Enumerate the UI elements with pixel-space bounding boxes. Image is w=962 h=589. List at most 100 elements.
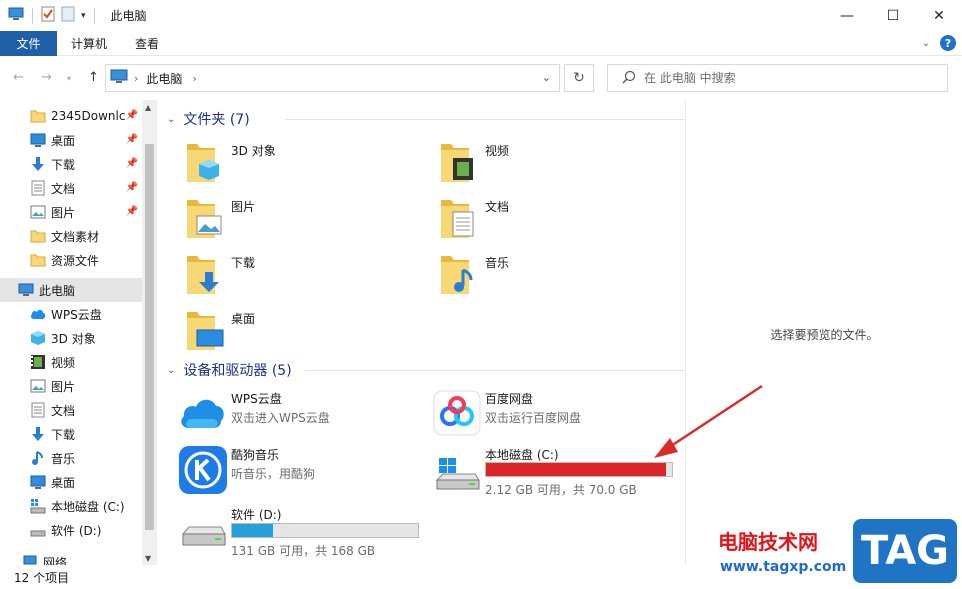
picture-icon (30, 204, 46, 220)
ribbon-tabs: 文件 计算机 查看 ⌄ ? (0, 30, 962, 56)
nav-item[interactable]: WPS云盘 (0, 302, 142, 326)
nav-item[interactable]: 网络 (0, 550, 142, 565)
minimize-button[interactable]: — (824, 0, 870, 31)
search-input[interactable] (644, 71, 924, 85)
recent-locations-chevron-icon[interactable]: ▾ (67, 74, 71, 83)
group-divider (285, 119, 685, 120)
back-arrow-icon[interactable]: ← (13, 70, 24, 85)
drive-d-name: 软件 (D:) (231, 508, 282, 522)
folders-group-header[interactable]: ⌄ 文件夹 (7) (167, 109, 685, 129)
close-button[interactable]: ✕ (916, 0, 962, 31)
folder-tile[interactable]: 音乐 (439, 250, 509, 298)
cloud-icon (30, 306, 46, 322)
wps-cloud-item[interactable]: WPS云盘 双击进入WPS云盘 (179, 390, 419, 440)
drive-d-item[interactable]: 软件 (D:) 131 GB 可用，共 168 GB (179, 506, 429, 558)
help-button[interactable]: ? (940, 35, 956, 51)
desktop-folder-icon (185, 306, 225, 354)
download-icon (30, 156, 46, 172)
video-icon (30, 354, 46, 370)
folder-tile[interactable]: 3D 对象 (185, 138, 276, 186)
desktop-icon (30, 132, 46, 148)
nav-item-label: 3D 对象 (51, 331, 96, 346)
folder-tile-label: 视频 (485, 144, 510, 158)
customize-toolbar-chevron-icon[interactable]: ▾ (81, 11, 86, 21)
new-folder-icon[interactable] (61, 6, 75, 25)
nav-item[interactable]: 桌面 📌 (0, 128, 142, 152)
nav-item[interactable]: 桌面 (0, 470, 142, 494)
drive-c-usage-bar (485, 462, 673, 477)
tab-file[interactable]: 文件 (0, 30, 57, 56)
search-box[interactable] (607, 64, 948, 92)
folder-tile[interactable]: 文档 (439, 194, 509, 242)
baidu-netdisk-item[interactable]: 百度网盘 双击运行百度网盘 (433, 390, 673, 440)
nav-item[interactable]: 资源文件 (0, 248, 142, 272)
toolbar-separator (93, 7, 95, 24)
folder-tile[interactable]: 桌面 (185, 306, 255, 354)
tab-view[interactable]: 查看 (121, 31, 173, 56)
address-history-chevron-icon[interactable]: ⌄ (542, 71, 551, 84)
kugou-music-item[interactable]: 酷狗音乐 听音乐，用酷狗 (179, 446, 419, 496)
folder-tile-label: 桌面 (231, 312, 256, 326)
nav-item[interactable]: 图片 (0, 374, 142, 398)
folders-group-title: 文件夹 (7) (183, 112, 250, 128)
collapse-chevron-icon[interactable]: ⌄ (167, 365, 175, 376)
nav-item[interactable]: 软件 (D:) (0, 518, 142, 542)
up-arrow-icon[interactable]: ↑ (88, 70, 99, 85)
folder-tile[interactable]: 下载 (185, 250, 255, 298)
properties-icon[interactable] (41, 6, 55, 25)
nav-item[interactable]: 下载 (0, 422, 142, 446)
drive-c-item[interactable]: 本地磁盘 (C:) 2.12 GB 可用，共 70.0 GB (433, 446, 683, 497)
navigation-row: ← → ▾ ↑ › 此电脑 › ⌄ ↻ (0, 62, 962, 94)
breadcrumb-chevron-icon[interactable]: › (192, 72, 196, 85)
folder-tile-label: 3D 对象 (231, 144, 276, 158)
kugou-music-name: 酷狗音乐 (231, 448, 280, 462)
folder-tile[interactable]: 图片 (185, 194, 255, 242)
breadcrumb-chevron-icon[interactable]: › (134, 72, 138, 85)
nav-item[interactable]: 文档 📌 (0, 176, 142, 200)
drive-c-icon (30, 498, 46, 514)
nav-item[interactable]: 视频 (0, 350, 142, 374)
scrollbar-thumb[interactable] (145, 144, 154, 530)
document-folder-icon (439, 194, 479, 242)
nav-item[interactable]: 文档 (0, 398, 142, 422)
nav-item[interactable]: 3D 对象 (0, 326, 142, 350)
collapse-chevron-icon[interactable]: ⌄ (167, 114, 175, 125)
nav-item-label: WPS云盘 (51, 307, 102, 322)
music-icon (30, 450, 46, 466)
wps-cloud-icon (179, 392, 225, 435)
baidu-netdisk-description: 双击运行百度网盘 (485, 411, 582, 425)
nav-item[interactable]: 图片 📌 (0, 200, 142, 224)
download-folder-icon (185, 250, 225, 298)
breadcrumb-this-pc[interactable]: 此电脑 (146, 70, 182, 87)
nav-item-label: 资源文件 (51, 253, 100, 268)
expand-ribbon-chevron-icon[interactable]: ⌄ (922, 38, 930, 49)
pc-icon[interactable] (8, 7, 24, 24)
wps-cloud-name: WPS云盘 (231, 392, 282, 406)
pin-icon: 📌 (125, 182, 138, 193)
nav-item[interactable]: 下载 📌 (0, 152, 142, 176)
folder-tile[interactable]: 视频 (439, 138, 509, 186)
scroll-down-icon[interactable]: ▼ (145, 554, 151, 563)
pin-icon: 📌 (125, 206, 138, 217)
nav-item[interactable]: 2345Downlc 📌 (0, 104, 142, 128)
video-folder-icon (439, 138, 479, 186)
content-area: ⌄ 文件夹 (7) 3D 对象 视频图片 文档下载 音乐桌面 ⌄ 设备和驱动器 (5)… (157, 100, 685, 565)
maximize-button[interactable]: ☐ (870, 0, 916, 31)
devices-group-header[interactable]: ⌄ 设备和驱动器 (5) (167, 360, 685, 380)
nav-item[interactable]: 此电脑 (0, 278, 142, 302)
tab-computer[interactable]: 计算机 (57, 31, 121, 56)
drive-d-free-space: 131 GB 可用，共 168 GB (231, 544, 376, 558)
nav-item[interactable]: 音乐 (0, 446, 142, 470)
forward-arrow-icon[interactable]: → (41, 70, 52, 85)
nav-pane-scrollbar[interactable]: ▲ ▼ (142, 100, 157, 565)
nav-item[interactable]: 文档素材 (0, 224, 142, 248)
refresh-button[interactable]: ↻ (564, 64, 594, 92)
drive-c-icon (435, 458, 481, 495)
title-bar: ▾ 此电脑 — ☐ ✕ (0, 0, 962, 31)
nav-item-label: 桌面 (51, 475, 76, 490)
nav-item[interactable]: 本地磁盘 (C:) (0, 494, 142, 518)
baidu-netdisk-name: 百度网盘 (485, 392, 534, 406)
scroll-up-icon[interactable]: ▲ (145, 103, 151, 112)
address-bar[interactable]: › 此电脑 › ⌄ (105, 64, 560, 92)
drive-icon (181, 524, 227, 553)
